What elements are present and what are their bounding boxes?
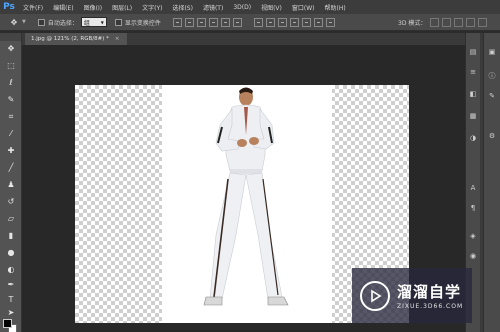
align-hcenter-icon[interactable]	[220, 17, 230, 27]
distribute-right-icon[interactable]	[313, 17, 323, 27]
3d-mode-group: 3D 模式：	[398, 14, 488, 31]
auto-select-checkbox[interactable]	[37, 18, 45, 26]
move-tool-preset-icon[interactable]: ✥	[6, 17, 22, 28]
man-in-tracksuit-image	[203, 87, 289, 306]
lasso-icon[interactable]: ℓ	[4, 77, 18, 88]
tool-presets-panel-icon[interactable]: ⚙	[487, 131, 497, 140]
gradient-icon[interactable]: ▮	[4, 230, 18, 241]
3d-roll-icon[interactable]	[442, 18, 452, 27]
crop-icon[interactable]: ⌗	[4, 111, 18, 122]
menu-file[interactable]: 文件(F)	[18, 3, 48, 12]
menu-filter[interactable]: 滤镜(T)	[198, 3, 228, 12]
auto-select-label: 自动选择：	[47, 19, 78, 27]
chevron-down-icon[interactable]: ▼	[22, 19, 26, 25]
distribute-bottom-icon[interactable]	[277, 17, 287, 27]
foreground-color-swatch[interactable]	[3, 319, 12, 328]
3d-rotate-icon[interactable]	[430, 18, 440, 27]
auto-select-dropdown[interactable]: 组 ▼	[80, 17, 107, 27]
show-transform-label: 显示变换控件	[124, 19, 161, 27]
menu-3d[interactable]: 3D(D)	[228, 4, 256, 11]
distribute-buttons	[253, 17, 335, 27]
options-bar: ✥ ▼ 自动选择： 组 ▼ 显示变换控件 3D 模式：	[0, 14, 500, 31]
3d-slide-icon[interactable]	[466, 18, 476, 27]
align-right-icon[interactable]	[232, 17, 242, 27]
menu-type[interactable]: 文字(Y)	[137, 3, 167, 12]
type-icon[interactable]: T	[4, 294, 18, 305]
quick-select-icon[interactable]: ✎	[4, 94, 18, 105]
distribute-left-icon[interactable]	[289, 17, 299, 27]
menu-help[interactable]: 帮助(H)	[320, 3, 351, 12]
watermark-title: 溜溜自学	[397, 283, 462, 301]
paragraph-panel-icon[interactable]: ¶	[468, 203, 478, 212]
dodge-icon[interactable]: ◐	[4, 264, 18, 275]
brush-panel-icon[interactable]: ✎	[487, 91, 497, 100]
3d-drag-icon[interactable]	[454, 18, 464, 27]
history-panel-icon[interactable]: ▤	[468, 47, 478, 56]
swatches-panel-icon[interactable]: ▦	[468, 111, 478, 120]
path-select-icon[interactable]: ➤	[4, 307, 18, 318]
navigator-panel-icon[interactable]: ▣	[487, 47, 497, 56]
properties-panel-icon[interactable]: ≡	[468, 67, 478, 76]
stamp-icon[interactable]: ♟	[4, 179, 18, 190]
tools-panel: ✥ ⬚ ℓ ✎ ⌗ ⁄ ✚ ╱ ♟ ↺ ▱ ▮ ● ◐ ✒ T ➤	[0, 33, 22, 332]
menu-view[interactable]: 视图(V)	[256, 3, 287, 12]
close-icon[interactable]: ×	[115, 36, 120, 42]
align-buttons	[172, 17, 242, 27]
3d-mode-label: 3D 模式：	[398, 20, 427, 27]
auto-align-icon[interactable]	[325, 17, 335, 27]
healing-icon[interactable]: ✚	[4, 145, 18, 156]
adjustments-panel-icon[interactable]: ◑	[468, 133, 478, 142]
toolbox-grip[interactable]	[0, 33, 21, 41]
menu-select[interactable]: 选择(S)	[167, 3, 198, 12]
menu-window[interactable]: 窗口(W)	[287, 3, 320, 12]
move-icon[interactable]: ✥	[4, 43, 18, 54]
blur-icon[interactable]: ●	[4, 247, 18, 258]
menu-image[interactable]: 图像(I)	[79, 3, 107, 12]
menu-layer[interactable]: 图层(L)	[107, 3, 137, 12]
panel-column-2: ▣ ⓘ ✎ ⚙	[483, 33, 500, 332]
watermark-url: ZIXUE.3D66.COM	[397, 303, 464, 310]
eyedropper-icon[interactable]: ⁄	[4, 128, 18, 139]
distribute-hcenter-icon[interactable]	[301, 17, 311, 27]
photoshop-logo: Ps	[3, 2, 15, 12]
document-tab-title: 1.jpg @ 121% (2, RGB/8#) *	[31, 36, 109, 42]
character-panel-icon[interactable]: A	[468, 183, 478, 192]
channels-panel-icon[interactable]: ◉	[468, 251, 478, 260]
auto-select-value: 组	[83, 19, 90, 27]
distribute-top-icon[interactable]	[253, 17, 263, 27]
brush-icon[interactable]: ╱	[4, 162, 18, 173]
3d-scale-icon[interactable]	[478, 18, 488, 27]
document-tab-bar: 1.jpg @ 121% (2, RGB/8#) * ×	[22, 33, 465, 45]
distribute-vcenter-icon[interactable]	[265, 17, 275, 27]
pen-icon[interactable]: ✒	[4, 279, 18, 290]
photo-layer	[162, 85, 332, 323]
align-bottom-icon[interactable]	[196, 17, 206, 27]
chevron-down-icon: ▼	[100, 19, 104, 25]
document-tab[interactable]: 1.jpg @ 121% (2, RGB/8#) * ×	[25, 33, 128, 45]
history-brush-icon[interactable]: ↺	[4, 196, 18, 207]
align-left-icon[interactable]	[208, 17, 218, 27]
eraser-icon[interactable]: ▱	[4, 213, 18, 224]
play-logo-icon	[360, 280, 390, 311]
layers-panel-icon[interactable]: ◈	[468, 231, 478, 240]
menu-edit[interactable]: 编辑(E)	[48, 3, 78, 12]
watermark: 溜溜自学 ZIXUE.3D66.COM	[352, 268, 472, 323]
align-vcenter-icon[interactable]	[184, 17, 194, 27]
info-panel-icon[interactable]: ⓘ	[487, 71, 497, 80]
show-transform-checkbox[interactable]	[114, 18, 122, 26]
menu-bar: Ps 文件(F) 编辑(E) 图像(I) 图层(L) 文字(Y) 选择(S) 滤…	[0, 0, 500, 14]
align-top-icon[interactable]	[172, 17, 182, 27]
color-panel-icon[interactable]: ◧	[468, 89, 478, 98]
marquee-icon[interactable]: ⬚	[4, 60, 18, 71]
